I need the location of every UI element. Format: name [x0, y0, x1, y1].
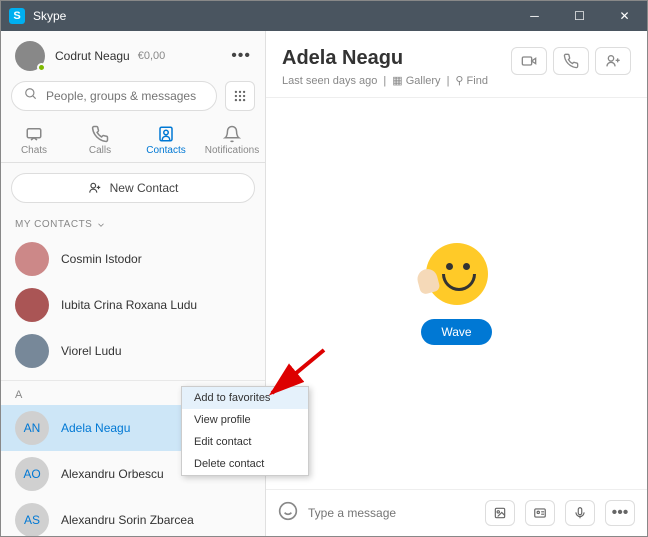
status-online-icon: [37, 63, 46, 72]
menu-view-profile[interactable]: View profile: [182, 409, 308, 431]
add-participant-button[interactable]: [595, 47, 631, 75]
avatar: [15, 242, 49, 276]
maximize-button[interactable]: ☐: [557, 1, 602, 31]
avatar: [15, 288, 49, 322]
avatar: [15, 334, 49, 368]
profile-name: Codrut Neagu: [55, 49, 130, 63]
profile-balance: €0,00: [138, 50, 166, 62]
dialpad-button[interactable]: [225, 81, 255, 111]
search-box[interactable]: [11, 81, 217, 111]
wave-button[interactable]: Wave: [421, 319, 491, 345]
audio-call-button[interactable]: [553, 47, 589, 75]
more-icon[interactable]: •••: [231, 47, 251, 65]
contact-item[interactable]: Viorel Ludu: [1, 328, 265, 374]
contact-card-button[interactable]: [525, 500, 555, 526]
menu-edit-contact[interactable]: Edit contact: [182, 431, 308, 453]
chat-header: Adela Neagu Last seen days ago | ▦ Galle…: [266, 31, 647, 98]
search-icon: [24, 87, 38, 106]
avatar-initials: AN: [15, 411, 49, 445]
context-menu: Add to favorites View profile Edit conta…: [181, 386, 309, 476]
menu-delete-contact[interactable]: Delete contact: [182, 453, 308, 475]
contact-item[interactable]: Cosmin Istodor: [1, 236, 265, 282]
chat-pane: Adela Neagu Last seen days ago | ▦ Galle…: [266, 31, 647, 536]
message-input[interactable]: [308, 506, 475, 520]
last-seen: Last seen days ago: [282, 75, 377, 87]
profile-row[interactable]: Codrut Neagu €0,00 •••: [1, 31, 265, 81]
emoji-picker-icon[interactable]: [278, 501, 298, 526]
tab-chats[interactable]: Chats: [1, 119, 67, 162]
gallery-link[interactable]: ▦ Gallery: [392, 74, 440, 87]
voice-message-button[interactable]: [565, 500, 595, 526]
find-link[interactable]: ⚲ Find: [455, 74, 488, 87]
wave-emoji-icon: [426, 243, 488, 305]
minimize-button[interactable]: ─: [512, 1, 557, 31]
titlebar: S Skype ─ ☐ ✕: [1, 1, 647, 31]
chevron-down-icon: [96, 220, 106, 230]
more-options-button[interactable]: •••: [605, 500, 635, 526]
avatar-initials: AS: [15, 503, 49, 536]
section-my-contacts[interactable]: MY CONTACTS: [1, 213, 265, 236]
hand-icon: [415, 266, 441, 294]
avatar-initials: AO: [15, 457, 49, 491]
menu-add-favorites[interactable]: Add to favorites: [182, 387, 308, 409]
tabs: Chats Calls Contacts Notifications: [1, 119, 265, 163]
search-input[interactable]: [46, 89, 204, 103]
contact-item[interactable]: ASAlexandru Sorin Zbarcea: [1, 497, 265, 536]
message-input-row: •••: [266, 489, 647, 536]
chat-body: Wave: [266, 98, 647, 489]
tab-calls[interactable]: Calls: [67, 119, 133, 162]
video-call-button[interactable]: [511, 47, 547, 75]
contact-item[interactable]: Iubita Crina Roxana Ludu: [1, 282, 265, 328]
app-icon: S: [9, 8, 25, 24]
chat-title: Adela Neagu: [282, 47, 488, 70]
tab-notifications[interactable]: Notifications: [199, 119, 265, 162]
add-user-icon: [88, 181, 102, 195]
tab-contacts[interactable]: Contacts: [133, 119, 199, 162]
avatar: [15, 41, 45, 71]
new-contact-button[interactable]: New Contact: [11, 173, 255, 203]
close-button[interactable]: ✕: [602, 1, 647, 31]
attach-file-button[interactable]: [485, 500, 515, 526]
window-title: Skype: [33, 9, 512, 23]
